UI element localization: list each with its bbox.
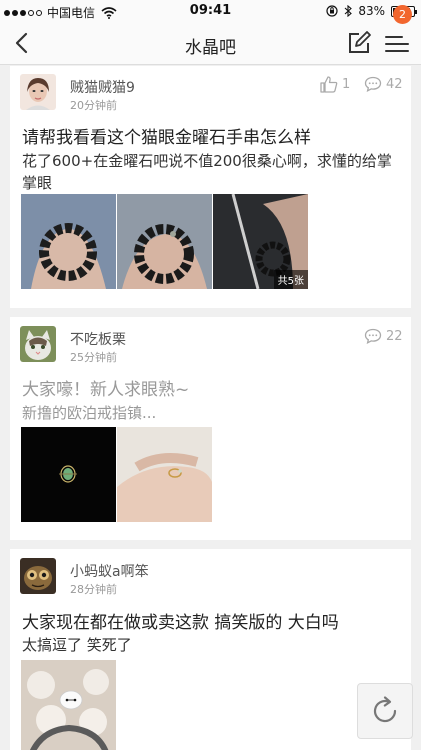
post-title[interactable]: 请帮我看看这个猫眼金曜石手串怎么样 bbox=[22, 123, 311, 148]
comment-bubble-icon bbox=[364, 328, 382, 344]
menu-icon[interactable] bbox=[382, 29, 412, 57]
post-card[interactable]: 不吃板栗 25分钟前 22 大家嚎！新人求眼熟~ 新撸的欧泊戒指镇... bbox=[10, 317, 411, 540]
status-bar: 中国电信 09:41 83% bbox=[0, 0, 421, 22]
post-image[interactable] bbox=[21, 194, 116, 289]
comment-count-label: 42 bbox=[386, 76, 403, 92]
post-card[interactable]: 小蚂蚁a啊笨 28分钟前 大家现在都在做或卖这款 搞笑版的 大白吗 太搞逗了 笑… bbox=[10, 549, 411, 750]
image-count-badge: 共5张 bbox=[273, 270, 308, 289]
post-time: 28分钟前 bbox=[70, 583, 117, 596]
post-time: 25分钟前 bbox=[70, 351, 117, 364]
comment-bubble-icon bbox=[364, 76, 382, 92]
post-time: 20分钟前 bbox=[70, 99, 117, 112]
rotation-lock-icon bbox=[326, 5, 338, 17]
post-excerpt: 花了600+在金曜石吧说不值200很桑心啊，求懂的给掌掌眼 bbox=[22, 152, 392, 192]
bluetooth-icon bbox=[344, 5, 353, 17]
refresh-button[interactable] bbox=[357, 683, 413, 739]
like-count[interactable]: 1 bbox=[320, 76, 350, 93]
avatar[interactable] bbox=[20, 558, 56, 594]
post-image[interactable] bbox=[21, 427, 116, 522]
post-image[interactable] bbox=[21, 660, 116, 750]
notification-badge: 2 bbox=[393, 5, 412, 24]
battery-percent: 83% bbox=[358, 4, 385, 18]
comment-count[interactable]: 42 bbox=[364, 76, 403, 92]
post-title[interactable]: 大家嚎！新人求眼熟~ bbox=[22, 375, 189, 400]
post-author[interactable]: 贼猫贼猫9 bbox=[70, 77, 135, 97]
thumbs-up-icon bbox=[320, 76, 338, 93]
like-count-label: 1 bbox=[342, 77, 351, 92]
avatar[interactable] bbox=[20, 74, 56, 110]
post-image[interactable] bbox=[117, 427, 212, 522]
compose-icon[interactable] bbox=[345, 29, 373, 57]
post-excerpt: 新撸的欧泊戒指镇... bbox=[22, 404, 157, 422]
refresh-icon bbox=[373, 696, 397, 723]
comment-count-label: 22 bbox=[386, 328, 403, 344]
nav-bar: 水晶吧 bbox=[0, 22, 421, 65]
post-excerpt: 太搞逗了 笑死了 bbox=[22, 636, 132, 654]
avatar[interactable] bbox=[20, 326, 56, 362]
post-card[interactable]: 贼猫贼猫9 20分钟前 1 42 请帮我看看这个猫眼金曜石手串怎么样 花了600… bbox=[10, 66, 411, 308]
post-author[interactable]: 小蚂蚁a啊笨 bbox=[70, 561, 149, 581]
comment-count[interactable]: 22 bbox=[364, 328, 403, 344]
post-image[interactable]: 共5张 bbox=[213, 194, 308, 289]
post-author[interactable]: 不吃板栗 bbox=[70, 329, 126, 349]
post-title[interactable]: 大家现在都在做或卖这款 搞笑版的 大白吗 bbox=[22, 608, 339, 633]
post-image[interactable] bbox=[117, 194, 212, 289]
